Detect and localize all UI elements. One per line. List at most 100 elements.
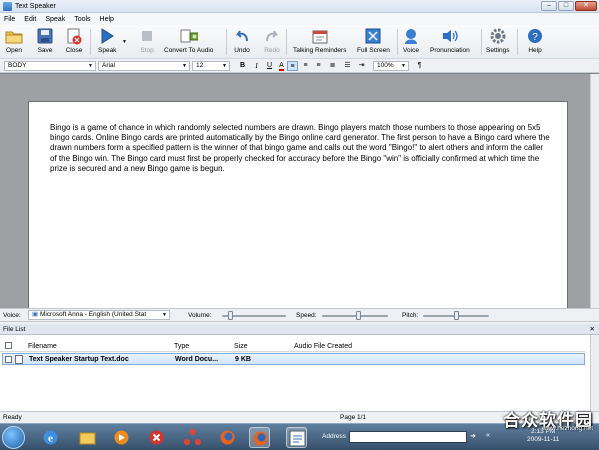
- toolbar-separator: [286, 29, 287, 55]
- justify-icon: ≣: [329, 62, 336, 69]
- speak-button[interactable]: Speak: [98, 27, 116, 54]
- indent-button[interactable]: ⇥: [356, 61, 367, 71]
- firefox-icon[interactable]: [217, 427, 238, 448]
- speed-label: Speed:: [296, 312, 317, 319]
- file-list-scrollbar[interactable]: [590, 335, 599, 411]
- file-list-title: File List: [3, 326, 26, 333]
- full-screen-button[interactable]: Full Screen: [357, 27, 390, 54]
- main-toolbar: Open Save Close Speak ▼ Stop Convert To …: [0, 25, 599, 59]
- column-size[interactable]: Size: [234, 343, 248, 350]
- justify-button[interactable]: ≣: [327, 61, 338, 71]
- open-button[interactable]: Open: [5, 27, 23, 54]
- toolbar-separator: [90, 29, 91, 55]
- media-player-icon[interactable]: [111, 427, 132, 448]
- svg-text:e: e: [48, 433, 53, 445]
- zoom-select[interactable]: 100% ▼: [373, 61, 409, 71]
- close-doc-button[interactable]: Close: [65, 27, 83, 54]
- toolbar-separator: [226, 29, 227, 55]
- pitch-slider[interactable]: [453, 311, 459, 320]
- tray-expand-icon[interactable]: «: [486, 432, 490, 439]
- ie-icon[interactable]: e: [40, 427, 61, 448]
- help-button[interactable]: ? Help: [526, 27, 544, 54]
- network-app-icon[interactable]: [182, 427, 203, 448]
- bullet-list-button[interactable]: ☰: [342, 61, 353, 71]
- pronunciation-icon: [441, 27, 459, 45]
- toolbar-separator: [481, 29, 482, 55]
- menu-bar: File Edit Speak Tools Help: [0, 13, 599, 25]
- menu-speak[interactable]: Speak: [45, 16, 65, 23]
- convert-to-audio-button[interactable]: Convert To Audio: [164, 27, 213, 54]
- font-size-select[interactable]: 12 ▼: [192, 61, 230, 71]
- pilcrow-icon: ¶: [417, 62, 422, 69]
- stop-button[interactable]: Stop: [138, 27, 156, 54]
- show-formatting-button[interactable]: ¶: [414, 61, 425, 71]
- volume-slider[interactable]: [227, 311, 233, 320]
- file-row-checkbox[interactable]: [5, 356, 12, 363]
- page-indicator: Page 1/1: [340, 414, 367, 421]
- redo-button[interactable]: Redo: [263, 27, 281, 54]
- voice-select-icon: ▣: [32, 311, 40, 318]
- editor-scrollbar[interactable]: [590, 74, 599, 309]
- align-center-button[interactable]: ≡: [300, 61, 311, 71]
- menu-help[interactable]: Help: [100, 16, 114, 23]
- style-select[interactable]: BODY ▼: [4, 61, 96, 71]
- align-left-button[interactable]: ≡: [287, 61, 298, 71]
- save-button[interactable]: Save: [36, 27, 54, 54]
- voice-button[interactable]: Voice: [402, 27, 420, 54]
- file-row[interactable]: Text Speaker Startup Text.doc Word Docu.…: [2, 353, 585, 365]
- align-left-icon: ≡: [290, 63, 295, 70]
- settings-button[interactable]: Settings: [486, 27, 510, 54]
- maximize-button[interactable]: □: [558, 1, 574, 11]
- status-text: Ready: [3, 414, 22, 421]
- editor-area: Bingo is a game of chance in which rando…: [0, 73, 599, 309]
- address-input[interactable]: [349, 431, 467, 443]
- underline-button[interactable]: U: [264, 61, 275, 71]
- chevron-down-icon: ▼: [88, 63, 93, 69]
- file-name: Text Speaker Startup Text.doc: [29, 356, 129, 363]
- bold-button[interactable]: B: [237, 61, 248, 71]
- close-window-button[interactable]: ✕: [575, 1, 597, 11]
- text-color-button[interactable]: A: [276, 61, 287, 71]
- indent-icon: ⇥: [358, 62, 365, 69]
- reminders-icon: [311, 27, 329, 45]
- start-button[interactable]: [2, 426, 25, 449]
- undo-button[interactable]: Undo: [233, 27, 251, 54]
- text-speaker-taskbar-icon[interactable]: [286, 427, 307, 448]
- explorer-icon[interactable]: [77, 427, 98, 448]
- file-list-header: File List ✕: [0, 324, 599, 335]
- convert-audio-icon: [180, 27, 198, 45]
- close-icon[interactable]: ✕: [590, 324, 595, 335]
- select-all-checkbox[interactable]: [5, 342, 12, 349]
- speak-dropdown-arrow[interactable]: ▼: [122, 39, 127, 45]
- voice-select[interactable]: ▣ Microsoft Anna - English (United Stat ▼: [28, 310, 170, 320]
- volume-label: Volume:: [188, 312, 212, 319]
- document-page[interactable]: Bingo is a game of chance in which rando…: [28, 101, 568, 309]
- talking-reminders-button[interactable]: Talking Reminders: [293, 27, 346, 54]
- menu-edit[interactable]: Edit: [24, 16, 36, 23]
- column-audio-created[interactable]: Audio File Created: [294, 343, 352, 350]
- minimize-button[interactable]: –: [541, 1, 557, 11]
- column-filename[interactable]: Filename: [28, 343, 57, 350]
- undo-icon: [233, 27, 251, 45]
- close-doc-icon: [65, 27, 83, 45]
- document-text[interactable]: Bingo is a game of chance in which rando…: [50, 123, 550, 174]
- chevron-down-icon: ▼: [182, 63, 187, 69]
- redo-icon: [263, 27, 281, 45]
- play-icon: [98, 27, 116, 45]
- format-toolbar: BODY ▼ Arial ▼ 12 ▼ B I U A ≡ ≡ ≡ ≣ ☰ ⇥ 100…: [0, 59, 599, 73]
- pronunciation-button[interactable]: Pronunciation: [430, 27, 470, 54]
- voice-label: Voice:: [3, 312, 21, 319]
- font-select[interactable]: Arial ▼: [98, 61, 190, 71]
- go-arrow-icon[interactable]: ➜: [470, 432, 476, 440]
- column-type[interactable]: Type: [174, 343, 189, 350]
- voice-head-icon: [402, 27, 420, 45]
- menu-tools[interactable]: Tools: [74, 16, 90, 23]
- menu-file[interactable]: File: [4, 16, 15, 23]
- align-right-button[interactable]: ≡: [313, 61, 324, 71]
- firefox-window-icon[interactable]: [249, 427, 270, 448]
- chevron-down-icon: ▼: [122, 39, 127, 45]
- speed-slider[interactable]: [355, 311, 361, 320]
- stop-app-icon[interactable]: [146, 427, 167, 448]
- italic-button[interactable]: I: [251, 61, 262, 71]
- floppy-icon: [36, 27, 54, 45]
